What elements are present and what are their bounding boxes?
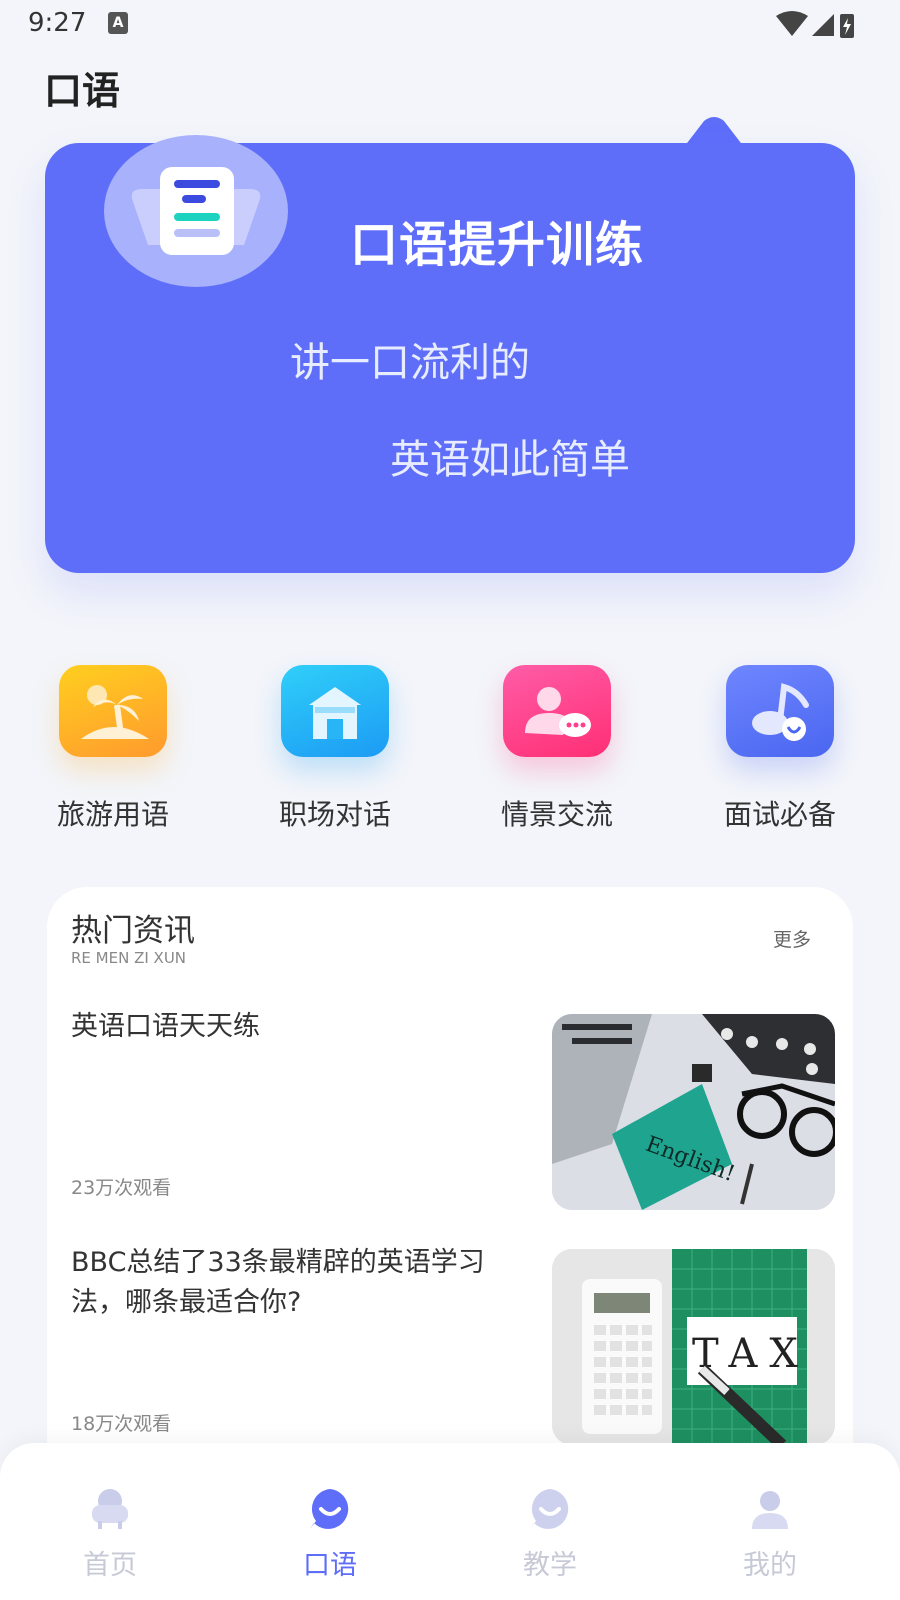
music-note-icon — [726, 665, 834, 757]
hero-subtitle-line2: 英语如此简单 — [390, 437, 630, 483]
article-thumbnail[interactable]: English! — [552, 1014, 835, 1210]
chat-people-icon — [503, 665, 611, 757]
hero-subtitle-line1: 讲一口流利的 — [290, 340, 530, 386]
smile-bubble-icon — [310, 1489, 349, 1529]
section-subtitle: RE MEN ZI XUN — [71, 949, 187, 967]
more-link[interactable]: 更多 — [773, 925, 811, 952]
category-travel[interactable]: 旅游用语 — [43, 665, 183, 833]
tab-teaching[interactable]: 教学 — [490, 1487, 610, 1582]
tab-speaking[interactable]: 口语 — [270, 1487, 390, 1582]
signal-icon — [812, 14, 834, 36]
article-views: 23万次观看 — [71, 1177, 172, 1199]
tab-label: 口语 — [303, 1550, 357, 1581]
article-views: 18万次观看 — [71, 1413, 172, 1435]
keyboard-indicator-icon: A — [108, 12, 128, 34]
tab-label: 我的 — [743, 1550, 797, 1581]
category-label: 面试必备 — [723, 798, 836, 831]
article-thumbnail[interactable]: TAX — [552, 1249, 835, 1445]
wifi-icon — [776, 11, 808, 36]
house-icon — [281, 665, 389, 757]
category-label: 情景交流 — [500, 798, 613, 831]
tab-mine[interactable]: 我的 — [710, 1487, 830, 1582]
section-title: 热门资讯 — [71, 913, 195, 949]
bottom-tab-bar: 首页 口语 教学 我的 — [0, 1443, 900, 1600]
smile-bubble-icon — [530, 1489, 569, 1529]
island-icon — [59, 665, 167, 757]
tab-home[interactable]: 首页 — [50, 1487, 170, 1582]
status-time: 9:27 — [28, 8, 87, 38]
status-icons — [776, 11, 854, 38]
category-label: 职场对话 — [278, 798, 391, 831]
status-bar: 9:27 A — [0, 0, 900, 50]
page-title: 口语 — [44, 69, 121, 113]
person-icon — [752, 1491, 788, 1529]
article-title[interactable]: BBC总结了33条最精辟的英语学习法，哪条最适合你? — [71, 1243, 491, 1323]
hero-title: 口语提升训练 — [350, 217, 645, 273]
notebook-logo-icon — [104, 135, 288, 287]
tab-label: 首页 — [83, 1550, 137, 1581]
armchair-icon — [92, 1489, 128, 1529]
category-interview[interactable]: 面试必备 — [710, 665, 850, 833]
category-label: 旅游用语 — [56, 798, 169, 831]
category-workplace[interactable]: 职场对话 — [265, 665, 405, 833]
tab-label: 教学 — [523, 1550, 577, 1581]
article-title[interactable]: 英语口语天天练 — [71, 1007, 491, 1047]
category-scenario[interactable]: 情景交流 — [487, 665, 627, 833]
